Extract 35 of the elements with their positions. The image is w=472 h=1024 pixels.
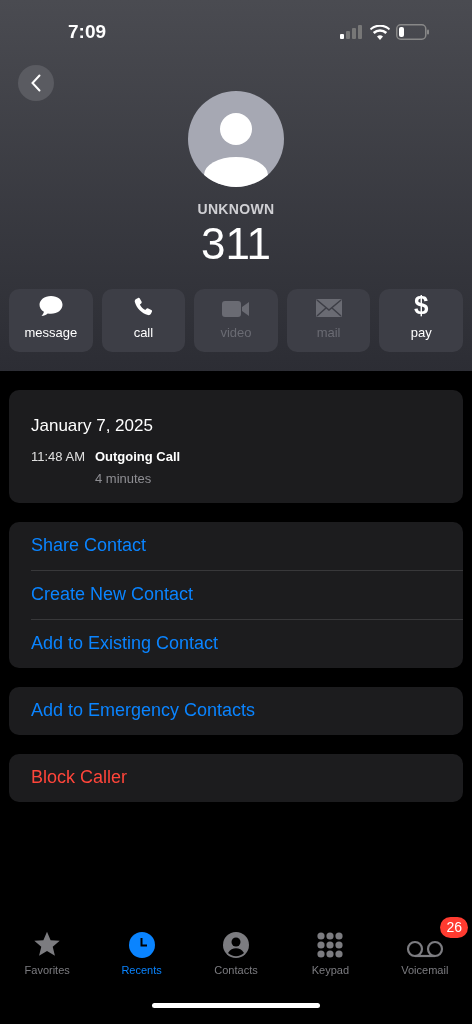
call-type: Outgoing Call [94, 447, 181, 466]
phone-number: 311 [200, 220, 272, 268]
action-button[interactable]: message [9, 289, 93, 352]
status-time: 7:09 [68, 19, 107, 44]
video-camera-icon [222, 299, 250, 318]
person-circle-icon [223, 931, 249, 958]
keypad-icon [317, 931, 344, 958]
tab-item[interactable]: Favorites [0, 928, 95, 978]
clock-icon [128, 931, 155, 958]
signal-icon [340, 25, 364, 39]
call-date: January 7, 2025 [31, 415, 154, 437]
avatar-icon [188, 91, 284, 187]
action-button[interactable]: call [101, 289, 186, 352]
option-link[interactable]: Share Contact [31, 521, 147, 570]
action-button[interactable]: $ pay [379, 289, 463, 352]
call-duration: 4 minutes [94, 470, 153, 488]
envelope-icon [314, 297, 343, 318]
option-link[interactable]: Add to Emergency Contacts [31, 686, 256, 735]
tab-item[interactable]: Keypad [283, 928, 378, 978]
voicemail-icon [405, 939, 444, 958]
speech-bubble-icon [37, 293, 64, 318]
contact-label: UNKNOWN [197, 200, 275, 219]
dollar-icon: $ [413, 291, 429, 318]
call-time: 11:48 AM [31, 447, 85, 466]
option-link[interactable]: Create New Contact [31, 570, 194, 619]
wifi-icon [370, 24, 390, 40]
phone-icon [132, 295, 155, 318]
option-link[interactable]: Block Caller [31, 753, 128, 802]
option-link[interactable]: Add to Existing Contact [31, 619, 219, 668]
back-chevron-icon [31, 74, 41, 92]
back-button[interactable] [18, 65, 54, 101]
badge: 26 [440, 917, 468, 938]
battery-icon [396, 24, 430, 40]
tab-item[interactable]: Recents [94, 928, 189, 978]
tab-item[interactable]: Contacts [188, 928, 284, 978]
